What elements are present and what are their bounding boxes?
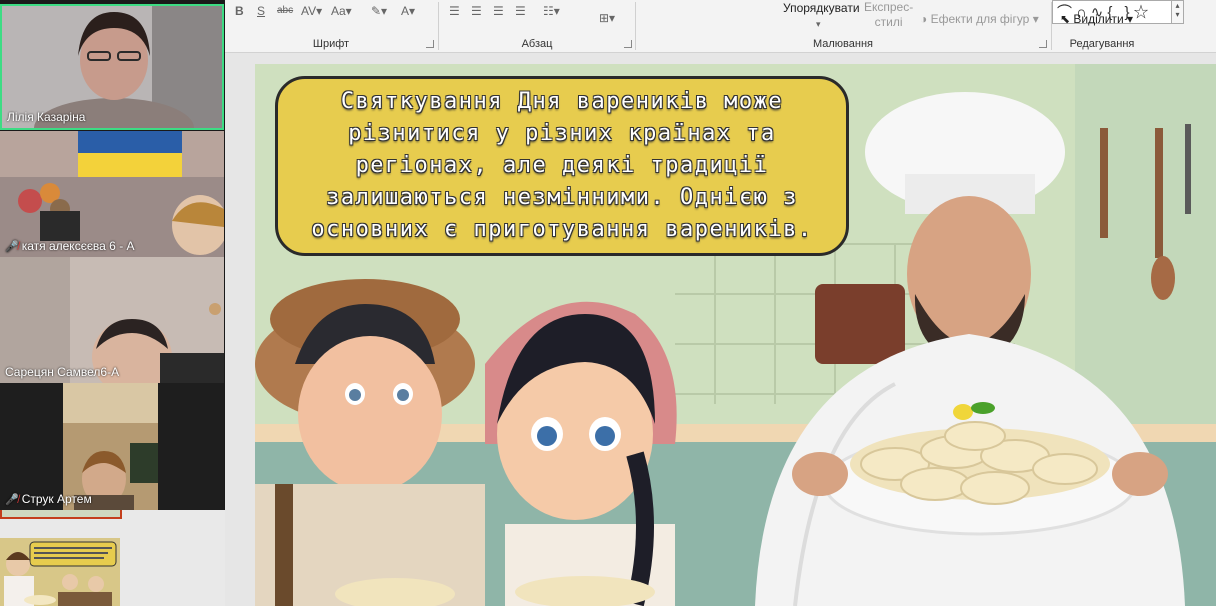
shape-effects-button[interactable]: ◑ Ефекти для фігур ▾ <box>920 11 1039 27</box>
cursor-icon: ⬉ <box>1060 12 1071 26</box>
video-call-panel: Лілія Казаріна 🎤̸ катя алексєєва 6 - А Са… <box>0 0 225 510</box>
columns-icon[interactable]: ☷▾ <box>543 3 560 19</box>
mic-muted-icon: 🎤̸ <box>5 494 19 506</box>
callout-text: Святкування Дня вареників може різнитися… <box>311 89 813 242</box>
editing-group-label: Редагування <box>1069 38 1135 50</box>
slide-thumbnail-image <box>0 538 120 606</box>
drawing-dialog-launcher[interactable] <box>1039 40 1047 48</box>
smartart-icon[interactable]: ⊞▾ <box>599 10 615 26</box>
slide-canvas[interactable]: Святкування Дня вареників може різнитися… <box>255 64 1216 606</box>
mic-muted-icon: 🎤̸ <box>5 241 19 253</box>
quick-styles-button[interactable]: Експрес- стилі <box>864 0 913 30</box>
participant-tile[interactable]: Лілія Казаріна <box>0 4 224 130</box>
participant-name: 🎤̸ Струк Артем <box>5 492 92 506</box>
participant-name: 🎤̸ катя алексєєва 6 - А <box>5 239 135 253</box>
align-center-icon[interactable]: ☰ <box>471 3 482 19</box>
slide-thumbnail[interactable] <box>0 538 120 606</box>
participant-name: Лілія Казаріна <box>7 110 86 124</box>
arrange-button[interactable]: Упорядкувати <box>783 0 860 16</box>
font-group-label: Шрифт <box>312 38 350 50</box>
shapes-gallery-scroll[interactable]: ▴ ▾ <box>1172 0 1184 24</box>
participant-tile[interactable]: 🎤̸ катя алексєєва 6 - А <box>0 131 224 257</box>
select-button[interactable]: ⬉ Виділити ▾ <box>1060 11 1133 27</box>
align-left-icon[interactable]: ☰ <box>449 3 460 19</box>
slide-thumbnails-pane <box>0 510 225 606</box>
strikethrough-icon[interactable]: abc <box>277 3 293 19</box>
paragraph-group: ☰ ☰ ☰ ☰ ☷▾ ⊞▾ Абзац <box>439 0 635 52</box>
slide-thumbnail-previous[interactable] <box>0 510 122 519</box>
align-right-icon[interactable]: ☰ <box>493 3 504 19</box>
justify-icon[interactable]: ☰ <box>515 3 526 19</box>
character-spacing-icon[interactable]: AV▾ <box>301 3 322 19</box>
font-group: B S abc AV▾ Aa▾ ✎▾ A▾ Шрифт <box>225 0 437 52</box>
change-case-icon[interactable]: Aa▾ <box>331 3 352 19</box>
editing-group: ⬉ Виділити ▾ Редагування <box>1052 0 1152 52</box>
paragraph-group-label: Абзац <box>521 38 553 50</box>
font-dialog-launcher[interactable] <box>426 40 434 48</box>
shape-effects-icon: ◑ <box>920 12 931 26</box>
ribbon: B S abc AV▾ Aa▾ ✎▾ A▾ Шрифт ☰ ☰ ☰ ☰ ☷▾ ⊞… <box>225 0 1216 53</box>
participant-tile[interactable]: Сарецян Самвел6-А <box>0 257 224 383</box>
highlight-icon[interactable]: ✎▾ <box>371 3 387 19</box>
arrange-chevron-icon[interactable]: ▾ <box>816 16 821 32</box>
participant-name: Сарецян Самвел6-А <box>5 365 120 379</box>
shadow-icon[interactable]: S <box>257 3 265 19</box>
participant-tile[interactable]: 🎤̸ Струк Артем <box>0 383 224 510</box>
font-color-icon[interactable]: A▾ <box>401 3 415 19</box>
drawing-group-label: Малювання <box>812 38 874 50</box>
bold-icon[interactable]: B <box>235 3 244 19</box>
participant-video <box>0 383 224 510</box>
paragraph-dialog-launcher[interactable] <box>624 40 632 48</box>
drawing-group: ⌒∩∿{ }☆ ▴ ▾ Упорядкувати ▾ Експрес- стилі… <box>636 0 1184 52</box>
speech-callout[interactable]: Святкування Дня вареників може різнитися… <box>275 76 849 256</box>
